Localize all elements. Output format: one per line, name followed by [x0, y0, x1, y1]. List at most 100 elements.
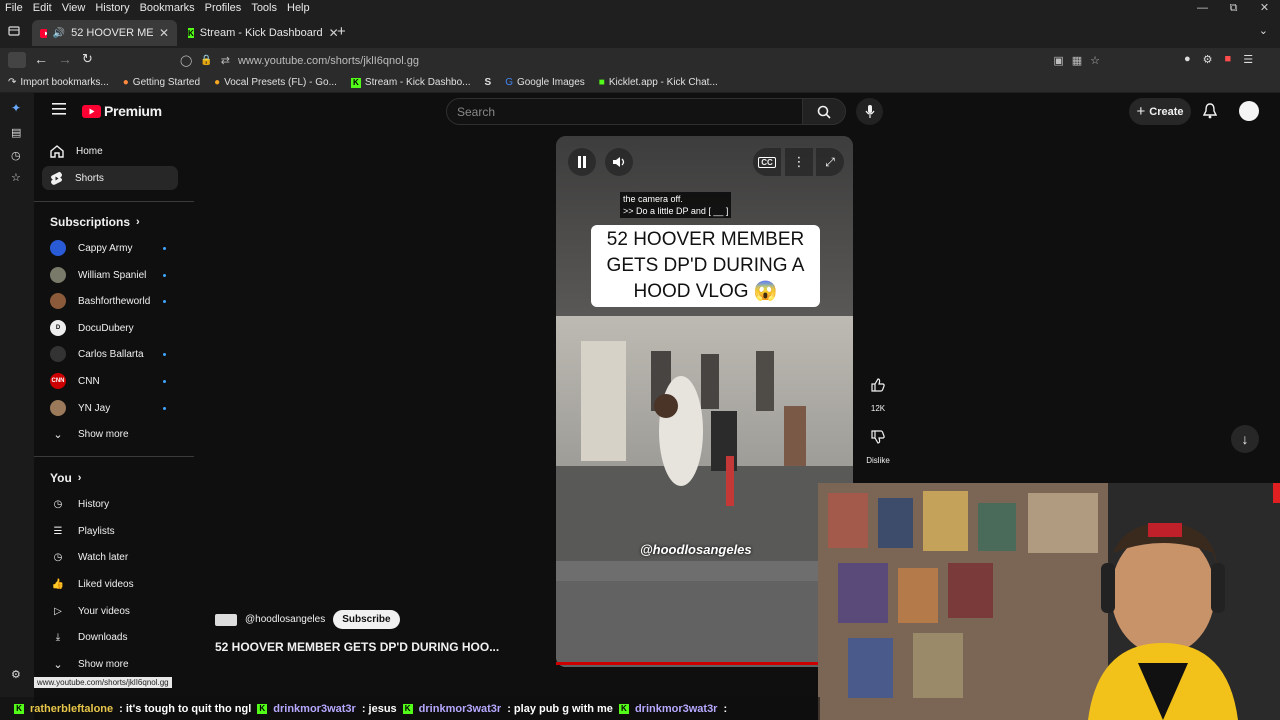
like-button[interactable]	[863, 370, 893, 400]
settings-icon[interactable]: ⚙	[11, 668, 21, 681]
progress-bar[interactable]	[556, 662, 853, 665]
tab-youtube[interactable]: 🔊 52 HOOVER MEMBER GETS ✕	[32, 20, 177, 46]
menu-history[interactable]: History	[90, 2, 134, 14]
bookmark-getting-started[interactable]: ● Getting Started	[123, 77, 200, 88]
pause-button[interactable]	[568, 148, 596, 176]
menu-edit[interactable]: Edit	[28, 2, 57, 14]
youtube-sidebar: Home Shorts Subscriptions › Cappy Army Wi…	[34, 131, 194, 691]
show-more-subscriptions[interactable]: ⌄ Show more	[42, 422, 178, 446]
account-icon[interactable]: ●	[1184, 53, 1191, 66]
fl-icon: ●	[214, 77, 221, 88]
star-icon[interactable]: ☆	[1090, 54, 1100, 67]
menu-file[interactable]: File	[0, 2, 28, 14]
account-avatar[interactable]	[1239, 101, 1259, 121]
menu-help[interactable]: Help	[282, 2, 315, 14]
subscriptions-heading[interactable]: Subscriptions ›	[50, 215, 140, 229]
you-heading[interactable]: You ›	[50, 471, 81, 485]
close-tab-icon[interactable]: ✕	[159, 26, 169, 40]
create-button[interactable]: + Create	[1129, 98, 1191, 125]
fullscreen-button[interactable]: ⤢	[816, 148, 844, 176]
sidebar-item-history[interactable]: ◷ History	[42, 492, 178, 516]
short-title[interactable]: 52 HOOVER MEMBER GETS DP'D DURING HOO...	[215, 640, 499, 654]
extensions-icon[interactable]: ⚙	[1203, 53, 1213, 66]
tab-kick-dashboard[interactable]: K Stream - Kick Dashboard ✕	[180, 20, 339, 46]
subscription-item[interactable]: D DocuDubery	[42, 316, 178, 340]
voice-search-button[interactable]	[856, 98, 883, 125]
subscription-item[interactable]: Cappy Army	[42, 236, 178, 260]
chat-username: drinkmor3wat3r	[418, 702, 502, 715]
volume-button[interactable]	[605, 148, 633, 176]
bookmark-kicklet[interactable]: ■ Kicklet.app - Kick Chat...	[599, 77, 718, 88]
thumb-down-icon	[871, 430, 885, 444]
next-short-button[interactable]: ↓	[1231, 425, 1259, 453]
close-window-icon[interactable]: ✕	[1249, 0, 1280, 16]
subscription-item[interactable]: CNN CNN	[42, 369, 178, 393]
show-more-you[interactable]: ⌄ Show more	[42, 652, 178, 676]
chat-message: : jesus	[361, 702, 397, 715]
extension-badge-icon[interactable]: ■	[1225, 53, 1232, 66]
bookmarks-rail-icon[interactable]: ☆	[11, 171, 21, 184]
app-menu-icon[interactable]: ☰	[1243, 53, 1253, 66]
bookmark-vocal-presets[interactable]: ● Vocal Presets (FL) - Go...	[214, 77, 337, 88]
more-options-button[interactable]: ⋮	[785, 148, 813, 176]
subscription-item[interactable]: Carlos Ballarta	[42, 342, 178, 366]
site-settings-icon[interactable]: ⇄	[221, 54, 230, 67]
youtube-logo[interactable]: Premium	[82, 103, 162, 119]
install-icon[interactable]: ▦	[1072, 54, 1082, 67]
url-text[interactable]: www.youtube.com/shorts/jklI6qnol.gg	[238, 55, 419, 67]
channel-avatar	[50, 267, 66, 283]
subscription-item[interactable]: Bashfortheworld	[42, 289, 178, 313]
history-icon: ◷	[53, 498, 63, 510]
hamburger-menu-icon[interactable]	[52, 103, 66, 115]
address-bar[interactable]: ◯ 🔒 ⇄ www.youtube.com/shorts/jklI6qnol.g…	[180, 50, 1100, 71]
sidebar-item-playlists[interactable]: ☰ Playlists	[42, 519, 178, 543]
menu-bookmarks[interactable]: Bookmarks	[135, 2, 200, 14]
notifications-icon[interactable]	[1203, 103, 1217, 119]
reader-icon[interactable]: ▣	[1053, 54, 1063, 67]
import-icon: ↷	[8, 77, 17, 88]
audio-icon[interactable]: 🔊	[53, 28, 65, 39]
history-rail-icon[interactable]: ◷	[11, 149, 21, 162]
expand-icon: ⤢	[825, 154, 835, 169]
dislike-button[interactable]	[863, 422, 893, 452]
lock-icon[interactable]: 🔒	[200, 55, 212, 66]
channel-handle[interactable]: @hoodlosangeles	[245, 614, 325, 625]
minimize-icon[interactable]: —	[1187, 0, 1218, 16]
chat-username: ratherbleftalone	[30, 702, 114, 715]
menu-view[interactable]: View	[57, 2, 91, 14]
bookmark-kick-dashboard[interactable]: K Stream - Kick Dashbo...	[350, 77, 471, 88]
search-input[interactable]: Search	[446, 98, 803, 125]
new-tab-icon[interactable]: +	[337, 23, 346, 40]
logo-text: Premium	[104, 103, 162, 119]
shield-icon[interactable]: ◯	[180, 54, 192, 67]
sidebar-item-home[interactable]: Home	[42, 139, 178, 163]
menu-tools[interactable]: Tools	[246, 2, 282, 14]
sidebar-item-shorts[interactable]: Shorts	[42, 166, 178, 190]
sidebar-item-liked-videos[interactable]: 👍 Liked videos	[42, 572, 178, 596]
tab-list-icon[interactable]: ⌄	[1259, 24, 1268, 37]
bookmark-s[interactable]: S	[485, 77, 492, 88]
channel-avatar: D	[50, 320, 66, 336]
subscription-item[interactable]: YN Jay	[42, 396, 178, 420]
thumb-up-icon: 👍	[51, 578, 65, 590]
search-button[interactable]	[802, 98, 846, 125]
restore-icon[interactable]: ⧉	[1218, 0, 1249, 16]
bookmark-import[interactable]: ↷ Import bookmarks...	[8, 77, 109, 88]
sidebar-item-downloads[interactable]: ⤓ Downloads	[42, 625, 178, 649]
menu-profiles[interactable]: Profiles	[200, 2, 247, 14]
back-icon[interactable]: ←	[34, 51, 48, 67]
ai-icon[interactable]: ✦	[11, 101, 21, 115]
channel-avatar[interactable]	[215, 613, 237, 626]
subscribe-button[interactable]: Subscribe	[333, 610, 400, 629]
captions-button[interactable]: CC	[753, 148, 781, 176]
subscription-item[interactable]: William Spaniel	[42, 263, 178, 287]
sidebar-item-your-videos[interactable]: ▷ Your videos	[42, 599, 178, 623]
forward-icon[interactable]: →	[58, 51, 72, 67]
playlist-icon: ☰	[53, 525, 63, 537]
sync-icon[interactable]: ▤	[11, 126, 21, 139]
reload-icon[interactable]: ↻	[82, 51, 93, 67]
bookmark-google-images[interactable]: G Google Images	[505, 77, 585, 88]
tab-actions-icon[interactable]	[8, 25, 20, 37]
sidebar-item-watch-later[interactable]: ◷ Watch later	[42, 545, 178, 569]
sidebar-toggle-icon[interactable]	[8, 52, 26, 68]
